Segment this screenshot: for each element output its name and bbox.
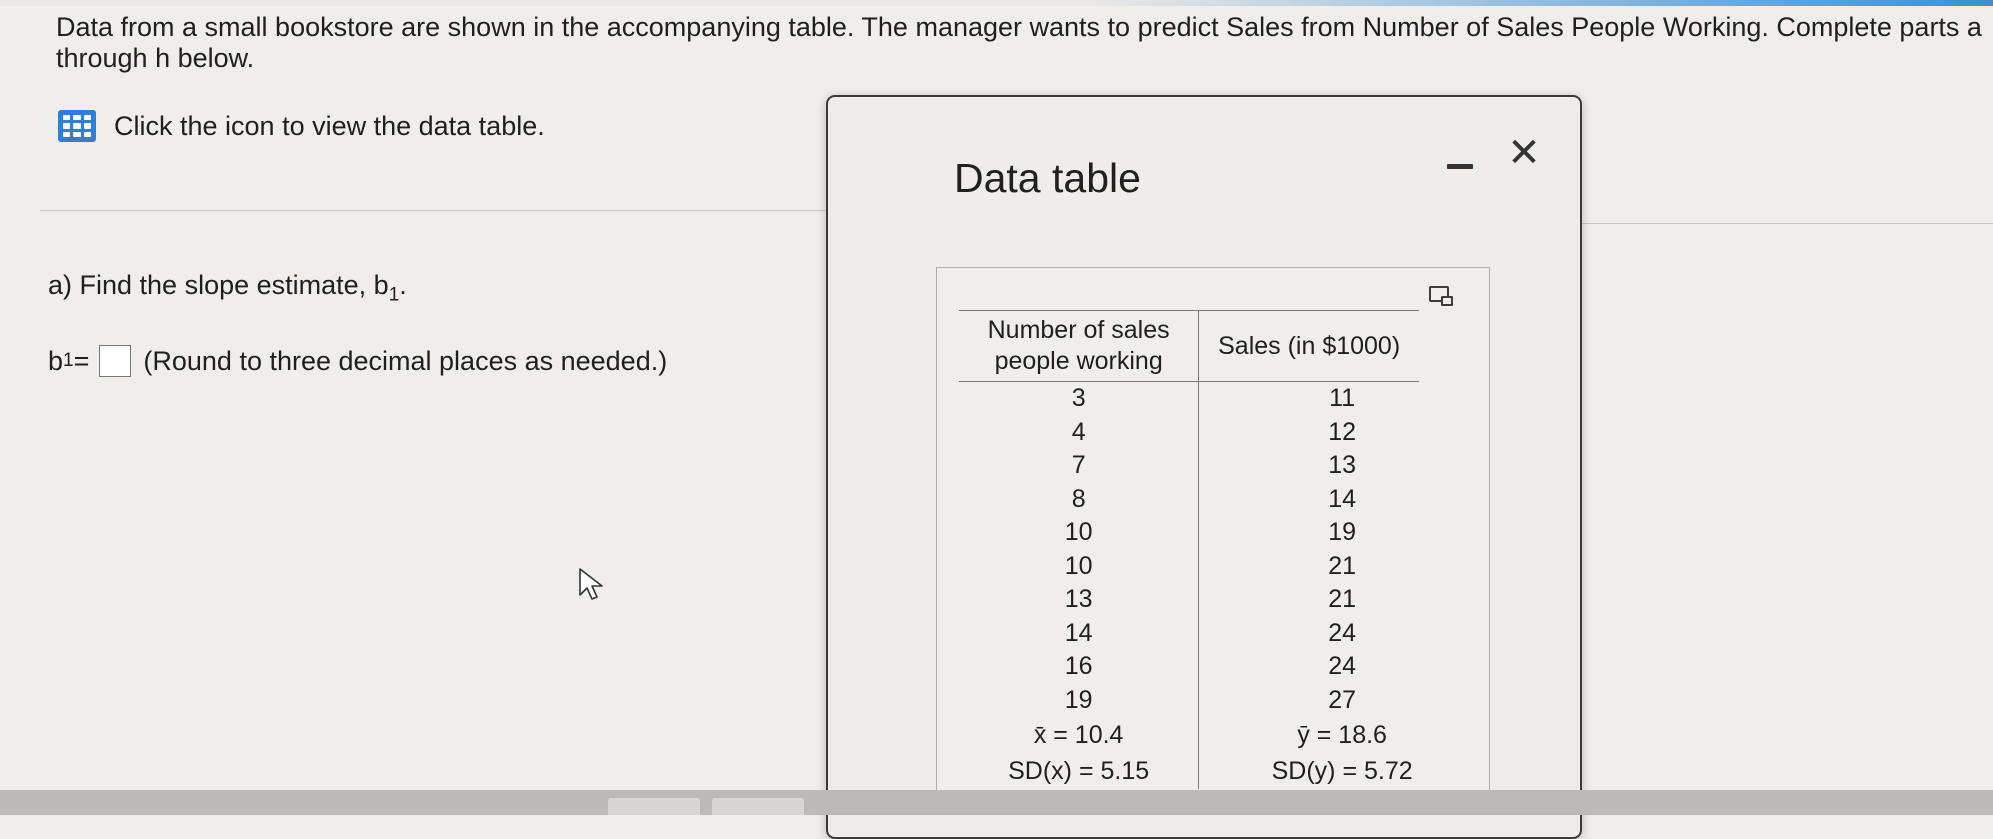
cell-salespeople: 13 xyxy=(959,583,1200,617)
top-accent-bar xyxy=(0,0,1993,6)
data-table-panel: Number of sales people working Sales (in… xyxy=(936,267,1490,799)
bottom-toolbar-button[interactable] xyxy=(608,798,700,815)
table-row: 7 13 xyxy=(959,449,1419,483)
table-row: 3 11 xyxy=(959,381,1419,416)
cell-salespeople: 19 xyxy=(959,683,1200,717)
table-row: 13 21 xyxy=(959,583,1419,617)
column-header-salespeople: Number of sales people working xyxy=(959,310,1200,382)
cell-salespeople: 8 xyxy=(959,482,1200,516)
cell-sales: 13 xyxy=(1328,451,1357,480)
table-grid-icon[interactable] xyxy=(58,110,96,142)
rounding-hint: (Round to three decimal places as needed… xyxy=(143,345,668,376)
expand-icon[interactable] xyxy=(1429,286,1453,306)
dialog-title: Data table xyxy=(954,155,1141,201)
table-row: 8 14 xyxy=(959,482,1419,516)
question-a-prompt: a) Find the slope estimate, b1. xyxy=(48,270,407,306)
table-row: 10 19 xyxy=(959,516,1419,550)
cell-salespeople: 10 xyxy=(959,516,1200,550)
section-divider-right xyxy=(1580,223,1993,224)
cell-salespeople: 7 xyxy=(959,449,1200,483)
answer-equals: = xyxy=(73,345,90,376)
mean-row: x̄ = 10.4 ȳ = 18.6 xyxy=(959,717,1419,753)
data-table-link-label: Click the icon to view the data table. xyxy=(114,110,545,141)
bottom-toolbar xyxy=(0,790,1993,815)
sd-row: SD(x) = 5.15 SD(y) = 5.72 xyxy=(959,753,1419,789)
cell-salespeople: 4 xyxy=(959,415,1200,449)
data-table-link-row[interactable]: Click the icon to view the data table. xyxy=(58,108,545,144)
mean-y: ȳ = 18.6 xyxy=(1297,720,1387,749)
bottom-toolbar-button[interactable] xyxy=(712,798,804,815)
question-a-subscript: 1 xyxy=(388,284,400,306)
cell-sales: 27 xyxy=(1328,685,1357,714)
table-row: 16 24 xyxy=(959,650,1419,684)
answer-row-b1: b1 = (Round to three decimal places as n… xyxy=(48,345,667,377)
cell-salespeople: 10 xyxy=(959,549,1200,583)
cell-sales: 24 xyxy=(1328,618,1357,647)
sd-x: SD(x) = 5.15 xyxy=(959,753,1200,789)
mean-x: x̄ = 10.4 xyxy=(959,717,1200,753)
table-row: 19 27 xyxy=(959,683,1419,717)
minimize-icon[interactable] xyxy=(1444,150,1476,182)
cell-sales: 14 xyxy=(1328,484,1357,513)
data-table: Number of sales people working Sales (in… xyxy=(959,310,1419,789)
section-divider xyxy=(40,210,830,211)
close-icon[interactable]: ✕ xyxy=(1504,133,1544,173)
cell-sales: 11 xyxy=(1329,384,1356,413)
sd-y: SD(y) = 5.72 xyxy=(1271,756,1413,785)
cell-sales: 21 xyxy=(1328,551,1357,580)
data-table-dialog: Data table ✕ Number of sales people work… xyxy=(826,95,1582,839)
question-a-text: a) Find the slope estimate, b xyxy=(48,270,389,300)
cell-salespeople: 14 xyxy=(959,616,1200,650)
cell-sales: 21 xyxy=(1328,585,1357,614)
answer-variable: b xyxy=(48,345,64,376)
answer-variable-subscript: 1 xyxy=(63,350,74,371)
table-row: 4 12 xyxy=(959,415,1419,449)
b1-answer-input[interactable] xyxy=(99,345,132,377)
cell-sales: 19 xyxy=(1328,518,1357,547)
cell-sales: 24 xyxy=(1328,652,1357,681)
column-header-sales: Sales (in $1000) xyxy=(1198,310,1419,382)
table-row: 14 24 xyxy=(959,616,1419,650)
problem-statement: Data from a small bookstore are shown in… xyxy=(56,12,1982,73)
cell-salespeople: 16 xyxy=(959,650,1200,684)
table-row: 10 21 xyxy=(959,549,1419,583)
mouse-pointer-icon xyxy=(579,568,603,600)
cell-sales: 12 xyxy=(1328,417,1357,446)
cell-salespeople: 3 xyxy=(959,381,1200,416)
question-a-period: . xyxy=(399,270,407,300)
